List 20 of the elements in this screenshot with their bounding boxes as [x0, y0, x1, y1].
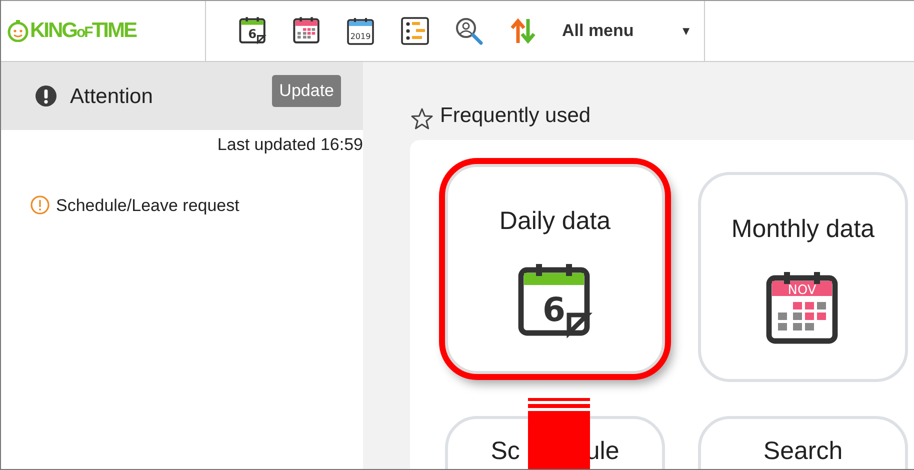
logo: KINGoFTIME: [30, 18, 136, 44]
update-button[interactable]: Update: [272, 75, 341, 107]
calendar-icon[interactable]: 6: [238, 16, 268, 46]
clock-face-icon: [7, 20, 29, 42]
alert-link[interactable]: Schedule/Leave request: [30, 192, 363, 218]
search-icon[interactable]: [454, 16, 484, 46]
star-icon: [410, 106, 434, 131]
sort-arrows-icon[interactable]: [508, 16, 538, 46]
annotation-arrow: [528, 398, 590, 469]
calendar-icon[interactable]: 2019: [346, 16, 376, 46]
attention-title: Attention: [70, 84, 153, 110]
last-updated-text: Last updated 16:59: [217, 134, 363, 156]
all-menu-dropdown[interactable]: All menu ▼: [562, 1, 705, 61]
schedule-list-icon[interactable]: [400, 16, 430, 46]
menu-tile[interactable]: Monthly data NOV: [698, 172, 908, 382]
menu-tile[interactable]: Search: [698, 416, 908, 469]
warning-icon: [30, 195, 50, 216]
exclamation-icon: [35, 85, 57, 107]
calendar-icon[interactable]: [292, 16, 322, 46]
section-title: Frequently used: [440, 103, 591, 129]
